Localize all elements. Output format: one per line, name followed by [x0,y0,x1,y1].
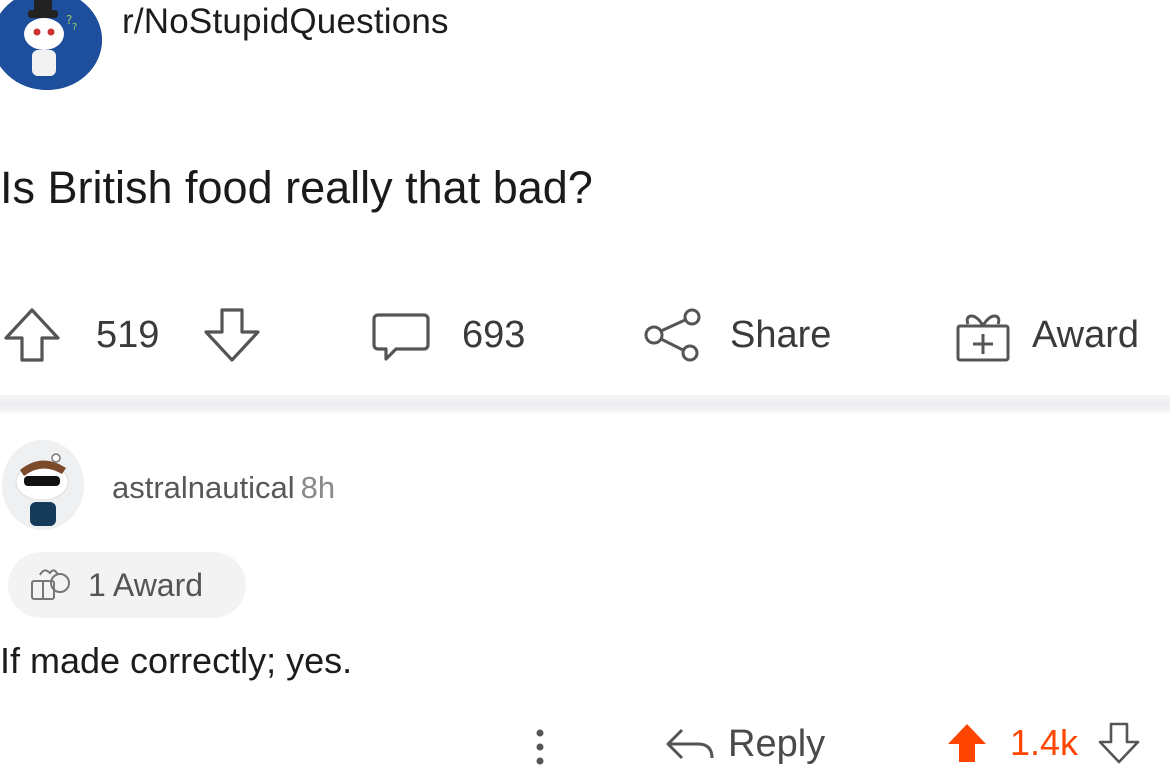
more-options-button[interactable] [530,725,550,773]
section-divider [0,395,1170,413]
share-button[interactable]: Share [642,300,831,370]
downvote-arrow-icon[interactable] [1096,720,1142,766]
post-view: ? ? r/NoStupidQuestions Is British food … [0,0,1170,773]
comment-award-badge[interactable]: 1 Award [8,552,246,618]
upvote-filled-icon[interactable] [944,720,990,766]
award-bundle-icon [31,569,70,600]
comment-body: If made correctly; yes. [0,640,353,681]
reply-button[interactable]: Reply [662,722,825,766]
reply-arrow-icon [666,728,714,760]
share-label: Share [730,313,832,356]
post-vote-count: 519 [96,313,160,356]
share-icon [644,308,701,362]
upvote-arrow-icon [4,308,60,362]
comment-age: 8h [300,470,336,505]
comment-bubble-icon [372,313,430,361]
post-action-bar: 519 693 Share Award [0,300,1170,370]
comment-vote-controls: 1.4k [944,720,1142,766]
svg-text:?: ? [72,22,77,33]
post-title[interactable]: Is British food really that bad? [0,162,593,214]
snoo-avatar-icon [2,440,84,530]
comment-username[interactable]: astralnautical [112,470,295,505]
comment-score: 1.4k [1010,722,1079,763]
vertical-ellipsis-icon [536,729,544,765]
comment-count: 693 [462,313,526,356]
subreddit-avatar[interactable]: ? ? [0,0,102,90]
comments-button[interactable]: 693 [370,300,525,370]
comment-author-line: astralnautical 8h [112,470,335,506]
award-count-text: 1 Award [88,566,204,603]
award-button[interactable]: Award [952,300,1139,370]
award-label: Award [1032,313,1140,356]
upvote-button[interactable] [0,300,64,370]
subreddit-name[interactable]: r/NoStupidQuestions [122,2,449,42]
gift-icon [956,314,1010,362]
downvote-button[interactable] [200,300,264,370]
snoo-mascot-icon: ? ? [0,0,102,90]
reply-label: Reply [728,722,826,765]
commenter-avatar[interactable] [2,440,84,530]
downvote-arrow-icon [204,308,260,362]
